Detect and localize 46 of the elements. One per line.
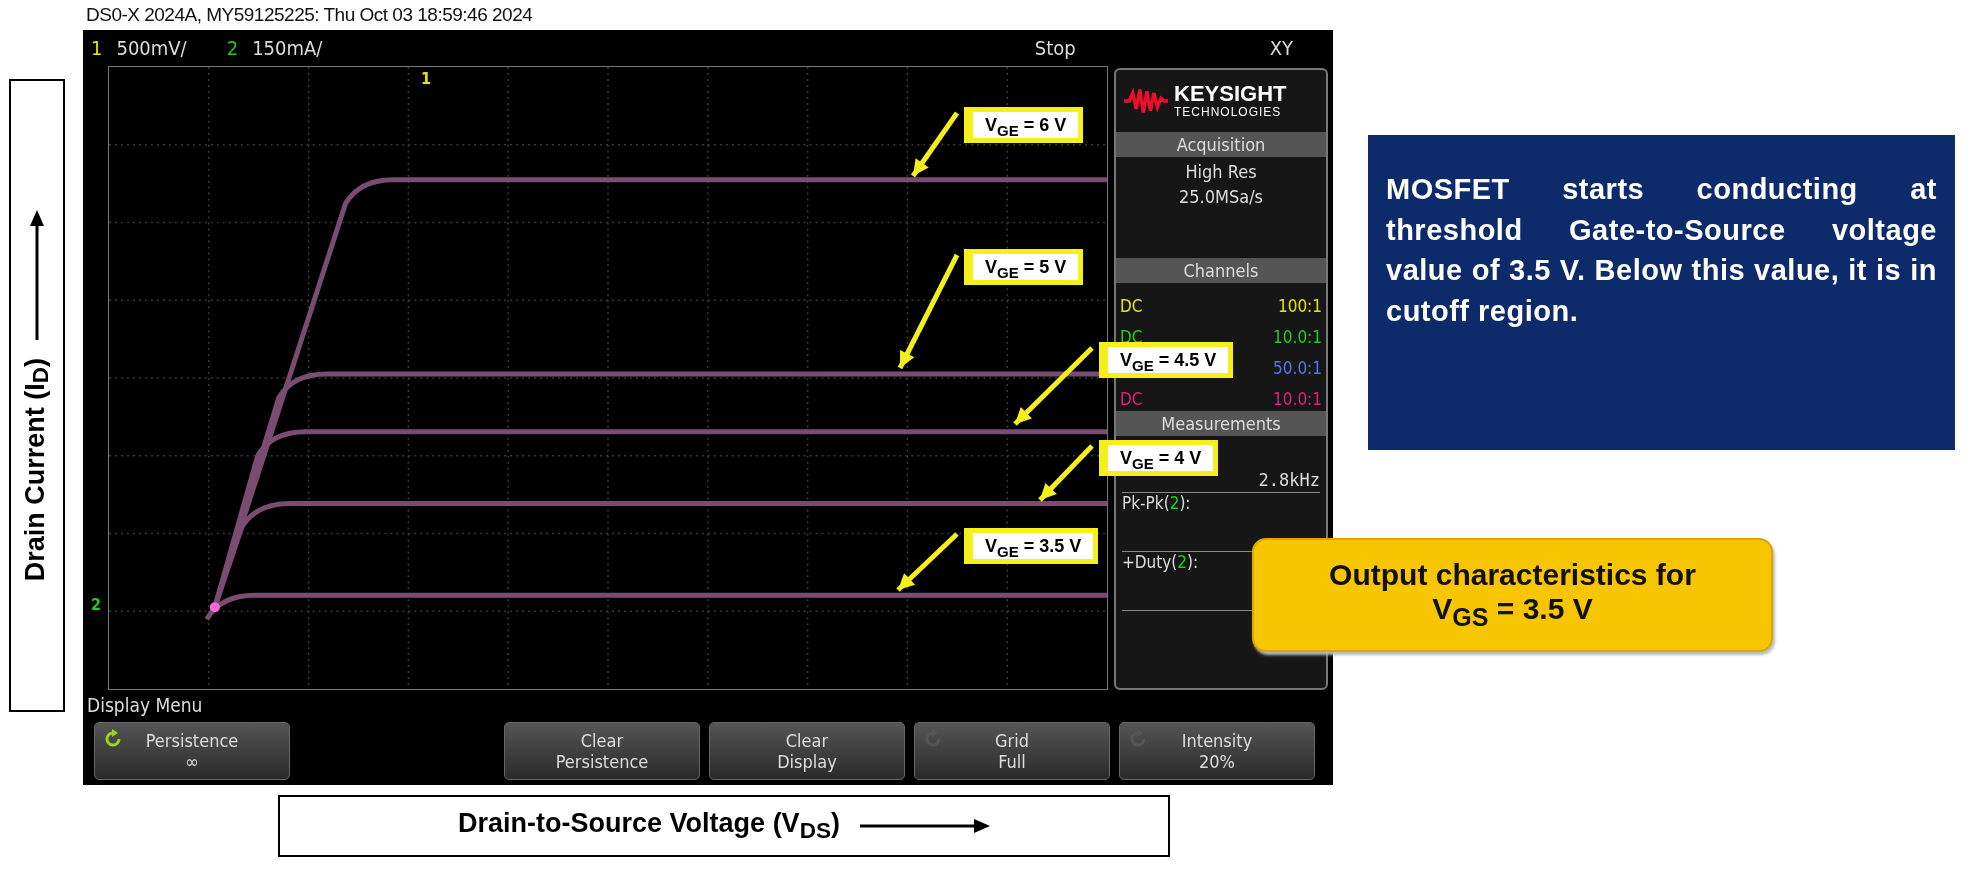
up-arrow-icon: [27, 209, 47, 340]
x-axis-label: Drain-to-Source Voltage (V$_{DS}$): [458, 807, 840, 845]
ground-marker: 2: [91, 595, 101, 614]
section-header: Acquisition: [1116, 132, 1326, 157]
brand-subtitle: TECHNOLOGIES: [1174, 105, 1283, 119]
probe-ratio: 10.0:1: [1273, 327, 1322, 347]
brand-name: KEYSIGHT: [1174, 83, 1287, 105]
wave-logo-icon: [1124, 86, 1168, 116]
note-text: MOSFET starts conducting at threshold Gate-to-Source voltage value of 3.5 V. Below this value, it is in cutoff region.: [1386, 172, 1937, 329]
softkey[interactable]: Clear Display: [709, 722, 905, 780]
pointer-arrow: [1038, 444, 1094, 502]
menu-title: Display Menu: [86, 693, 204, 718]
softkey[interactable]: Grid Full: [914, 722, 1110, 780]
pointer-arrow: [896, 532, 959, 592]
section-header: Measurements: [1116, 411, 1326, 436]
channel-coupling: DC: [1120, 296, 1143, 316]
channel-number: 2: [226, 36, 239, 60]
acquisition-mode: High Res: [1185, 161, 1257, 182]
probe-ratio: 50.0:1: [1273, 358, 1322, 378]
section-header: Channels: [1116, 258, 1326, 283]
scope-title: DS0-X 2024A, MY59125225: Thu Oct 03 18:59:46 2024: [86, 4, 533, 26]
softkey[interactable]: Clear Persistence: [504, 722, 700, 780]
pointer-arrow: [910, 111, 960, 178]
measurement-label: +Duty(2):: [1122, 552, 1199, 572]
curve-label: V$_{GE}$ = 5 V: [964, 249, 1084, 285]
channel-scale: 500mV/: [116, 36, 187, 60]
callout-text: V$_{GS}$ = 3.5 V: [1432, 592, 1593, 632]
softkey[interactable]: Intensity 20%: [1119, 722, 1315, 780]
channel-scale: 150mA/: [252, 36, 323, 60]
curve-label: V$_{GE}$ = 6 V: [964, 107, 1084, 143]
right-arrow-icon: [859, 816, 990, 836]
probe-ratio: 100:1: [1277, 296, 1322, 316]
channel-number: 1: [91, 36, 103, 60]
sample-rate: 25.0MSa/s: [1178, 186, 1264, 207]
run-state: Stop: [1034, 36, 1076, 60]
probe-ratio: 10.0:1: [1273, 389, 1322, 409]
measurement-label: Pk-Pk(2):: [1122, 493, 1191, 513]
curve-label: V$_{GE}$ = 3.5 V: [964, 528, 1099, 564]
softkey[interactable]: Persistence ∞: [94, 722, 290, 780]
callout-text: Output characteristics for: [1329, 558, 1696, 592]
channel-coupling: DC: [1120, 389, 1143, 409]
display-mode: XY: [1269, 36, 1293, 60]
curve-label: V$_{GE}$ = 4 V: [1099, 440, 1219, 476]
trigger-marker: 1: [421, 69, 431, 88]
measurement-value: 2.8kHz: [1258, 470, 1320, 490]
curve-label: V$_{GE}$ = 4.5 V: [1099, 342, 1234, 378]
